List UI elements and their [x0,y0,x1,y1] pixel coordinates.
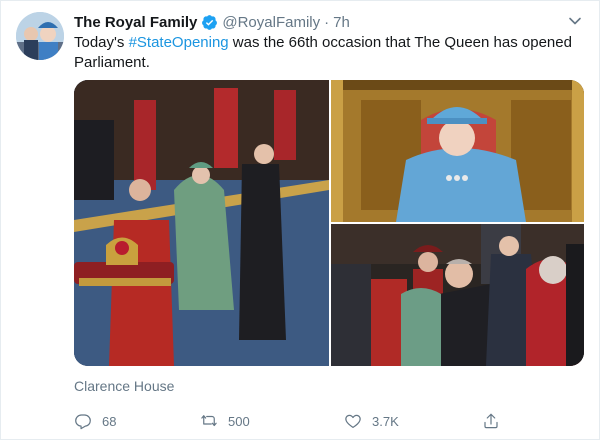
media-credit: Clarence House [74,378,175,394]
procession-image [74,80,329,366]
display-name[interactable]: The Royal Family [74,14,197,31]
throne-image [331,80,584,222]
hashtag-link[interactable]: #StateOpening [129,34,229,51]
media-grid [74,80,584,366]
tweet-text-start: Today's [74,34,129,51]
separator-dot: · [324,13,330,31]
tweet-header: The Royal Family @RoyalFamily · 7h [74,12,350,32]
retweet-count: 500 [228,413,250,429]
retweet-button[interactable]: 500 [200,410,250,432]
tweet-text: Today's #StateOpening was the 66th occas… [74,33,584,73]
share-icon [484,413,498,429]
prince-image [331,224,584,366]
reply-icon [75,414,91,430]
photo-prince[interactable] [331,224,584,366]
tweet-timestamp[interactable]: 7h [333,14,350,31]
avatar-image [16,12,64,60]
like-button[interactable]: 3.7K [344,410,399,432]
photo-throne[interactable] [331,80,584,222]
share-button[interactable] [482,410,510,432]
verified-badge-icon [202,14,218,30]
photo-procession[interactable] [74,80,329,366]
reply-button[interactable]: 68 [74,410,116,432]
like-count: 3.7K [372,413,399,429]
retweet-icon [201,415,217,427]
user-handle[interactable]: @RoyalFamily [222,14,320,31]
profile-avatar[interactable] [16,12,64,60]
heart-icon [345,414,361,428]
action-bar: 68 500 3.7K [74,410,504,432]
chevron-down-icon[interactable] [568,14,582,28]
reply-count: 68 [102,413,117,429]
